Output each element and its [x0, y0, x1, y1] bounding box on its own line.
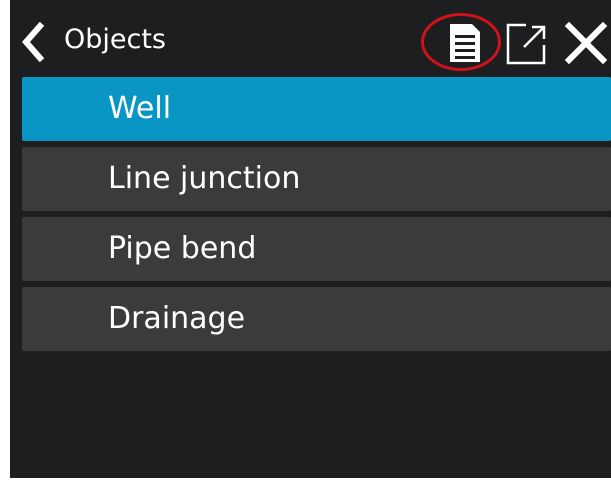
document-list-icon: [450, 24, 480, 62]
external-link-icon: [506, 23, 546, 65]
close-icon: [564, 21, 608, 65]
object-list: Well Line junction Pipe bend Drainage: [22, 77, 611, 357]
list-item-label: Line junction: [108, 161, 301, 196]
header-bar: Objects: [10, 0, 611, 76]
list-item-label: Drainage: [108, 301, 246, 336]
list-item-well[interactable]: Well: [22, 77, 611, 141]
list-item-label: Well: [108, 91, 172, 126]
export-button[interactable]: [504, 20, 548, 66]
page-title: Objects: [64, 24, 167, 55]
list-item-pipe-bend[interactable]: Pipe bend: [22, 217, 611, 281]
list-item-line-junction[interactable]: Line junction: [22, 147, 611, 211]
chevron-left-icon: [22, 21, 45, 63]
list-view-button[interactable]: [442, 20, 488, 66]
list-item-drainage[interactable]: Drainage: [22, 287, 611, 351]
list-item-label: Pipe bend: [108, 231, 257, 266]
close-button[interactable]: [563, 20, 609, 66]
objects-panel: Objects Well Line junction Pipe bend Dra…: [10, 0, 611, 478]
back-button[interactable]: [18, 21, 48, 63]
